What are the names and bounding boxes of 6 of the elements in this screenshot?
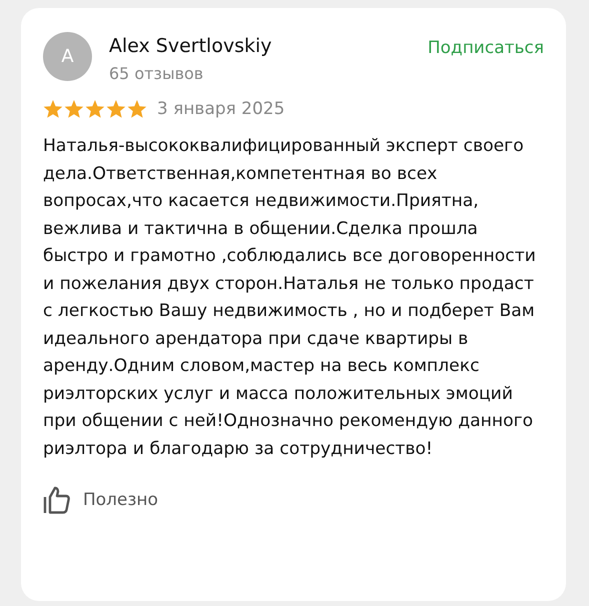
- review-count: 65 отзывов: [109, 64, 204, 83]
- helpful-button[interactable]: Полезно: [43, 485, 158, 515]
- thumbs-up-icon: [43, 485, 71, 515]
- review-date: 3 января 2025: [157, 99, 285, 119]
- author-name[interactable]: Alex Svertlovskiy: [109, 35, 428, 57]
- review-text: Наталья-высококвалифицированный эксперт своего дела.Ответственная,компетентная во всех вопросах,что касается недвижимости.Приятна, вежлива и тактична в общении.Сделка прошла быстро и грамотно ,соблюдались все договоренности и пожелания двух сторон.Наталья не только продаст с легкостью Вашу недвижимость , но и подберет Вам идеального арендатора при сдаче квартиры в аренду.Одним словом,мастер на весь комплекс риэлторских услуг и масса положительных эмоций при общении с ней!Однозначно рекомендую данного риэлтора и благодарю за сотрудничество!: [43, 135, 537, 460]
